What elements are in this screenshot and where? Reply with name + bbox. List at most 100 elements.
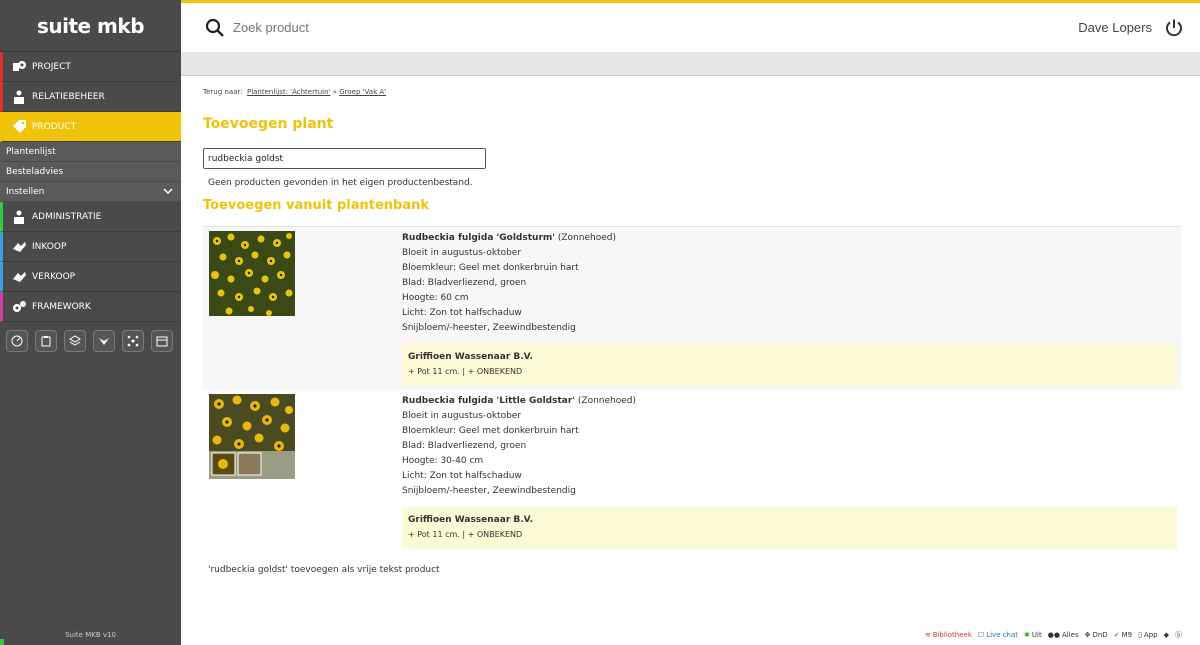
sidebar-item-label: PRODUCT	[32, 121, 77, 132]
sidebar-item-label: ADMINISTRATIE	[32, 211, 102, 222]
sidebar-subitem-besteladvies[interactable]: Besteladvies	[0, 162, 181, 182]
bug-icon: ✱	[1024, 631, 1030, 639]
plant-photo[interactable]	[209, 231, 295, 316]
sidebar-subitem-label: Besteladvies	[6, 166, 64, 177]
sidebar-subitem-instellen[interactable]: Instellen	[0, 182, 181, 202]
handshake-icon	[11, 269, 27, 285]
tag-icon	[11, 119, 27, 135]
calendar-icon[interactable]	[151, 330, 173, 352]
add-option-onbekend[interactable]: + ONBEKEND	[468, 367, 523, 376]
option-label: Pot 11 cm.	[417, 530, 460, 539]
footer-bibliotheek[interactable]: ≋ Bibliotheek	[925, 631, 972, 639]
plant-detail: Bloemkleur: Geel met donkerbruin hart	[402, 426, 579, 436]
search-icon[interactable]	[205, 18, 225, 38]
plant-detail: Snijbloem/-heester, Zeewindbestendig	[402, 323, 576, 333]
plant-detail: Licht: Zon tot halfschaduw	[402, 471, 522, 481]
footer-label: DnD	[1092, 631, 1108, 639]
footer-livechat[interactable]: ☐ Live chat	[978, 631, 1018, 639]
footer-label: Live chat	[986, 631, 1019, 639]
plant-name-bold: Rudbeckia fulgida 'Little Goldstar'	[402, 396, 576, 406]
sidebar-subitem-label: Plantenlijst	[6, 146, 56, 157]
footer-dnd[interactable]: ✥ DnD	[1085, 631, 1108, 639]
footer-label: Uit	[1031, 631, 1042, 639]
sidebar-item-label: VERKOOP	[32, 271, 76, 282]
chat-icon: ☐	[977, 631, 985, 639]
project-icon	[11, 59, 27, 75]
sidebar-item-label: RELATIEBEHEER	[32, 91, 105, 102]
handshake-icon	[11, 239, 27, 255]
supplier-box: Griffioen Wassenaar B.V. + Pot 11 cm. | …	[402, 344, 1177, 386]
footer-label: App	[1143, 631, 1158, 639]
supplier-options: + Pot 11 cm. | + ONBEKEND	[408, 527, 1171, 543]
app-logo[interactable]: suite mkb	[0, 0, 181, 52]
breadcrumb-separator: »	[332, 88, 337, 96]
sidebar-item-product[interactable]: PRODUCT	[0, 112, 181, 142]
quick-actions	[0, 322, 181, 360]
plant-photo[interactable]	[209, 394, 295, 479]
sidebar-item-relatiebeheer[interactable]: RELATIEBEHEER	[0, 82, 181, 112]
plant-detail: Blad: Bladverliezend, groen	[402, 278, 527, 288]
plant-detail: Hoogte: 60 cm	[402, 293, 469, 303]
plant-info: Rudbeckia fulgida 'Little Goldstar' (Zon…	[402, 394, 1177, 549]
plant-common-name: (Zonnehoed)	[575, 396, 637, 406]
plant-name[interactable]: Rudbeckia fulgida 'Goldsturm' (Zonnehoed…	[402, 231, 1177, 246]
footer-label: M9	[1121, 631, 1133, 639]
clipboard-icon[interactable]	[35, 330, 57, 352]
supplier-name: Griffioen Wassenaar B.V.	[408, 515, 533, 525]
plus-icon: +	[408, 367, 415, 376]
page-title: Toevoegen plant	[203, 116, 334, 132]
plant-name[interactable]: Rudbeckia fulgida 'Little Goldstar' (Zon…	[402, 394, 1177, 409]
footer-alles[interactable]: ●● Alles	[1048, 631, 1079, 639]
supplier-options: + Pot 11 cm. | + ONBEKEND	[408, 364, 1171, 380]
footer-app[interactable]: ▯ App	[1138, 631, 1158, 639]
footer-bar: ≋ Bibliotheek ☐ Live chat ✱ Uit ●● Alles ✥ Dn…	[925, 630, 1182, 640]
plant-detail: Licht: Zon tot halfschaduw	[402, 308, 522, 318]
layers-icon[interactable]	[64, 330, 86, 352]
footer-label: Alles	[1061, 631, 1079, 639]
sidebar-item-administratie[interactable]: ADMINISTRATIE	[0, 202, 181, 232]
leaf-icon[interactable]	[93, 330, 115, 352]
sidebar-subitem-plantenlijst[interactable]: Plantenlijst	[0, 142, 181, 162]
sidebar-item-inkoop[interactable]: INKOOP	[0, 232, 181, 262]
add-option-pot[interactable]: + Pot 11 cm.	[408, 367, 460, 376]
sidebar-item-label: PROJECT	[32, 61, 71, 72]
add-option-pot[interactable]: + Pot 11 cm.	[408, 530, 460, 539]
plant-search-input[interactable]	[203, 148, 486, 169]
plus-icon: +	[467, 530, 475, 539]
sidebar-item-framework[interactable]: FRAMEWORK	[0, 292, 181, 322]
footer-uit[interactable]: ✱ Uit	[1024, 631, 1042, 639]
plant-detail: Bloemkleur: Geel met donkerbruin hart	[402, 263, 579, 273]
shield-icon[interactable]: ◆	[1164, 631, 1169, 639]
footer-label: Bibliotheek	[932, 631, 972, 639]
sidebar-item-verkoop[interactable]: VERKOOP	[0, 262, 181, 292]
plus-icon: +	[467, 367, 475, 376]
phone-icon: ▯	[1138, 631, 1142, 639]
plant-detail: Bloeit in augustus-oktober	[402, 248, 522, 258]
status-indicator	[0, 639, 4, 645]
list-item: Rudbeckia fulgida 'Goldsturm' (Zonnehoed…	[203, 227, 1182, 390]
option-label: ONBEKEND	[476, 530, 523, 539]
supplier-name: Griffioen Wassenaar B.V.	[408, 352, 533, 362]
breadcrumb-link-plantenlijst[interactable]: Plantenlijst: 'Achtertuin'	[247, 88, 330, 96]
gear-icon	[11, 299, 27, 315]
breadcrumb-prefix: Terug naar:	[203, 88, 243, 96]
dashboard-icon[interactable]	[6, 330, 28, 352]
footer-m9[interactable]: ✓ M9	[1114, 631, 1132, 639]
sidebar-item-label: INKOOP	[32, 241, 67, 252]
toolbar-strip	[181, 52, 1200, 76]
breadcrumb-link-groep[interactable]: Groep 'Vak A'	[339, 88, 386, 96]
main-content: Terug naar: Plantenlijst: 'Achtertuin' »…	[203, 80, 1183, 575]
network-icon[interactable]	[122, 330, 144, 352]
search-input[interactable]	[233, 20, 533, 35]
bitcoin-icon[interactable]: ⓑ	[1175, 630, 1182, 640]
sidebar-item-project[interactable]: PROJECT	[0, 52, 181, 82]
layers-icon: ≋	[924, 631, 931, 639]
user-lock-icon	[11, 209, 27, 225]
plant-common-name: (Zonnehoed)	[555, 233, 616, 243]
add-free-text-link[interactable]: 'rudbeckia goldst' toevoegen als vrije t…	[208, 565, 1183, 575]
user-name[interactable]: Dave Lopers	[1078, 20, 1152, 35]
supplier-box: Griffioen Wassenaar B.V. + Pot 11 cm. | …	[402, 507, 1177, 549]
power-icon[interactable]	[1164, 18, 1184, 38]
result-list: Rudbeckia fulgida 'Goldsturm' (Zonnehoed…	[203, 226, 1182, 553]
add-option-onbekend[interactable]: + ONBEKEND	[468, 530, 523, 539]
